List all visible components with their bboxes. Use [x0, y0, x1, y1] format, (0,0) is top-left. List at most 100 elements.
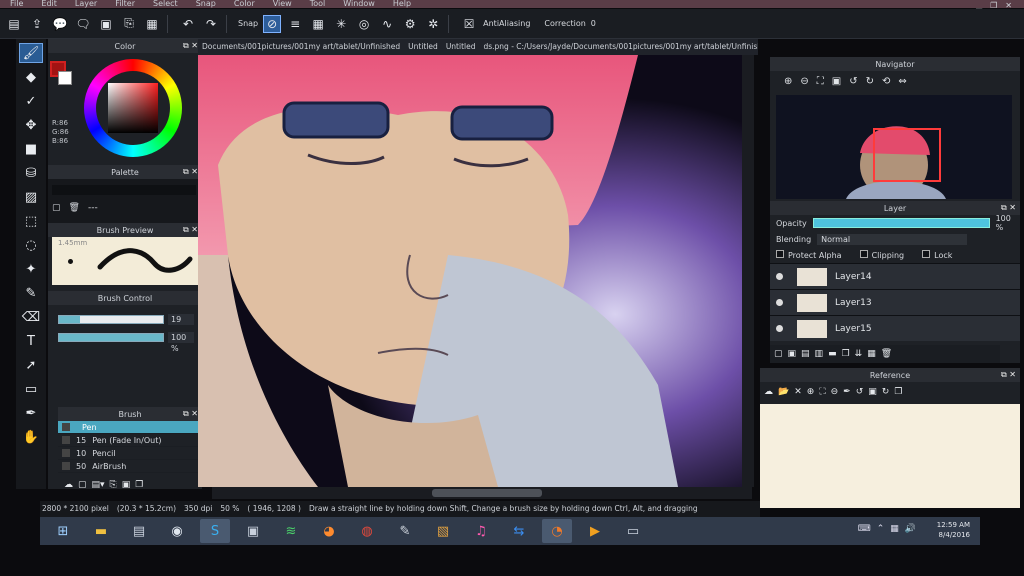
menu-help[interactable]: Help — [391, 0, 413, 9]
magic-wand-icon[interactable]: ✦ — [19, 259, 43, 279]
copy-icon[interactable]: ⎘ — [110, 480, 117, 490]
document-tab[interactable]: Untitled — [446, 39, 476, 55]
drawing-canvas[interactable] — [198, 55, 754, 487]
select-tool-icon[interactable]: ⬚ — [19, 211, 43, 231]
menu-tool[interactable]: Tool — [308, 0, 328, 9]
visibility-icon[interactable] — [776, 299, 783, 306]
radial-snap-icon[interactable]: ✳ — [332, 15, 350, 33]
gallery-icon[interactable]: ▧ — [428, 519, 458, 543]
gradient-tool-icon[interactable]: ▨ — [19, 187, 43, 207]
upload-icon[interactable]: ⇪ — [28, 15, 46, 33]
visibility-icon[interactable] — [776, 325, 783, 332]
gear-icon[interactable]: ⚙ — [401, 15, 419, 33]
brush-size-value[interactable]: 19 — [168, 314, 194, 325]
spotify-icon[interactable]: ≋ — [276, 519, 306, 543]
volume-icon[interactable]: 🔊 — [905, 524, 916, 534]
new-brush-icon[interactable]: ▢ — [78, 480, 87, 490]
correction-value[interactable]: 0 — [591, 19, 596, 28]
fill-tool-icon[interactable]: ⛁ — [19, 163, 43, 183]
browser-icon[interactable]: ◔ — [542, 519, 572, 543]
menu-edit[interactable]: Edit — [39, 0, 59, 9]
layer-row[interactable]: Layer14 — [770, 263, 1020, 289]
document-tab[interactable]: Untitled — [408, 39, 438, 55]
protect-alpha-checkbox[interactable]: Protect Alpha — [776, 250, 842, 260]
merge-down-icon[interactable]: ⇊ — [855, 349, 863, 359]
brush-item[interactable]: Pen — [58, 421, 200, 434]
file-explorer-icon[interactable]: ▬ — [86, 519, 116, 543]
layers-icon[interactable]: ❐ — [894, 387, 902, 397]
zoom-out-icon[interactable]: ⊖ — [831, 387, 839, 397]
curve-snap-icon[interactable]: ∿ — [378, 15, 396, 33]
color-picker[interactable]: R:86 G:86 B:86 — [48, 53, 202, 165]
horizontal-scrollbar[interactable] — [212, 487, 752, 499]
antialias-checkbox-icon[interactable]: ☒ — [460, 15, 478, 33]
comment-icon[interactable]: 💬 — [51, 15, 69, 33]
document-icon[interactable]: ▣ — [97, 15, 115, 33]
move-tool-icon[interactable]: ✥ — [19, 115, 43, 135]
menu-view[interactable]: View — [271, 0, 294, 9]
panel-close-icon[interactable]: ⧉ ✕ — [1001, 370, 1016, 380]
window-icon[interactable]: ▭ — [618, 519, 648, 543]
menu-file[interactable]: File — [8, 0, 25, 9]
hand-tool-icon[interactable]: ✋ — [19, 427, 43, 447]
keyboard-icon[interactable]: ⌨ — [858, 524, 871, 534]
reference-view[interactable] — [760, 404, 1020, 508]
cloud-icon[interactable]: ☁ — [764, 387, 773, 397]
export-icon[interactable]: ⎘ — [120, 15, 138, 33]
shape-tool-icon[interactable]: ■ — [19, 139, 43, 159]
paint-app-icon[interactable]: ✎ — [390, 519, 420, 543]
layer-row[interactable]: Layer15 — [770, 315, 1020, 341]
visibility-icon[interactable] — [776, 273, 783, 280]
operation-tool-icon[interactable]: ➚ — [19, 355, 43, 375]
itunes-icon[interactable]: ♫ — [466, 519, 496, 543]
menu-layer[interactable]: Layer — [73, 0, 99, 9]
delete-layer-icon[interactable]: 🗑 — [881, 349, 892, 359]
new-palette-icon[interactable]: ▢ — [52, 203, 61, 213]
skype-icon[interactable]: S — [200, 519, 230, 543]
duplicate-icon[interactable]: ❐ — [135, 480, 143, 490]
clipping-checkbox[interactable]: Clipping — [859, 250, 904, 260]
eraser-tool-icon[interactable]: ◆ — [19, 67, 43, 87]
parallel-snap-icon[interactable]: ≡ — [286, 15, 304, 33]
photos-icon[interactable]: ▣ — [238, 519, 268, 543]
undo-icon[interactable]: ↶ — [179, 15, 197, 33]
actual-size-icon[interactable]: ▣ — [868, 387, 877, 397]
brush-menu-icon[interactable]: ▤▾ — [92, 480, 105, 490]
chat-icon[interactable]: 🗨 — [74, 15, 92, 33]
panel-close-icon[interactable]: ⧉ ✕ — [183, 41, 198, 51]
system-clock[interactable]: 12:59 AM 8/4/2016 — [937, 520, 970, 540]
layer-opacity-slider[interactable] — [812, 218, 990, 228]
dot-tool-icon[interactable]: ✓ — [19, 91, 43, 111]
start-icon[interactable]: ⊞ — [48, 519, 78, 543]
actual-size-icon[interactable]: ▣ — [832, 76, 841, 87]
navigator-thumbnail[interactable] — [776, 95, 1012, 199]
redo-icon[interactable]: ↷ — [202, 15, 220, 33]
new-file-icon[interactable]: ▤ — [5, 15, 23, 33]
brush-size-slider[interactable] — [58, 315, 164, 324]
paste-icon[interactable]: ▣ — [122, 480, 131, 490]
panel-close-icon[interactable]: ⧉ ✕ — [183, 409, 198, 419]
layer-settings-icon[interactable]: ▦ — [867, 349, 876, 359]
chevron-up-icon[interactable]: ⌃ — [877, 524, 885, 534]
panel-close-icon[interactable]: ⧉ ✕ — [183, 167, 198, 177]
select-pen-icon[interactable]: ✎ — [19, 283, 43, 303]
lock-checkbox[interactable]: Lock — [922, 250, 952, 260]
brush-opacity-value[interactable]: 100 % — [168, 332, 194, 353]
panel-close-icon[interactable]: ⧉ ✕ — [1001, 203, 1016, 213]
rotate-right-icon[interactable]: ↻ — [882, 387, 890, 397]
network-icon[interactable]: ▦ — [890, 524, 899, 534]
select-eraser-icon[interactable]: ⌫ — [19, 307, 43, 327]
fit-icon[interactable]: ⛶ — [817, 76, 824, 87]
cloud-icon[interactable]: ☁ — [64, 480, 73, 490]
zoom-in-icon[interactable]: ⊕ — [784, 76, 792, 87]
brush-tool-icon[interactable]: 🖌 — [19, 43, 43, 63]
flip-icon[interactable]: ⇔ — [898, 76, 906, 87]
document-tab[interactable]: Documents/001pictures/001my art/tablet/U… — [202, 39, 400, 55]
text-tool-icon[interactable]: T — [19, 331, 43, 351]
circle-snap-icon[interactable]: ◎ — [355, 15, 373, 33]
panel-close-icon[interactable]: ⧉ ✕ — [183, 225, 198, 235]
blending-select[interactable]: Normal — [817, 233, 968, 245]
media-player-icon[interactable]: ▶ — [580, 519, 610, 543]
new-1bit-layer-icon[interactable]: ▥ — [815, 349, 824, 359]
zoom-out-icon[interactable]: ⊖ — [800, 76, 808, 87]
